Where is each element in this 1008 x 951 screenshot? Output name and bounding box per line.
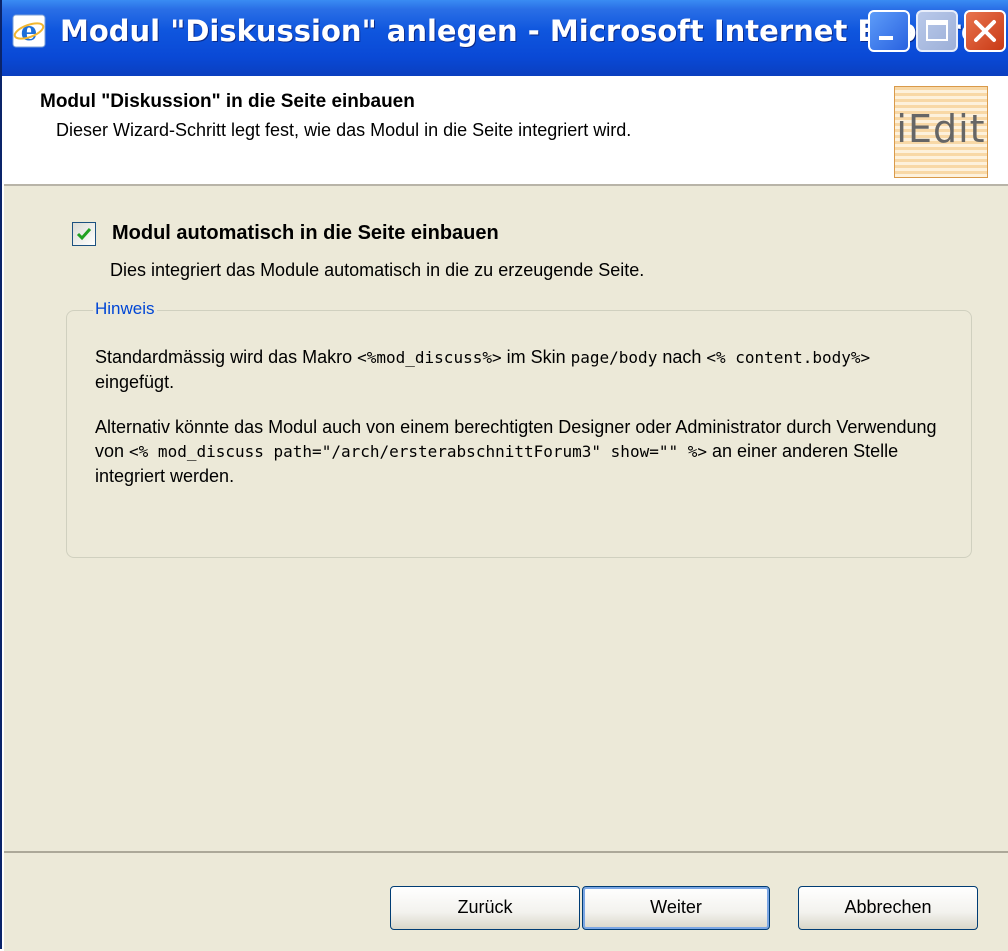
- hint-legend: Hinweis: [93, 299, 157, 319]
- wizard-header: Modul "Diskussion" in die Seite einbauen…: [4, 76, 1008, 186]
- button-bar: Zurück Weiter Abbrechen: [4, 851, 1008, 951]
- back-button[interactable]: Zurück: [390, 886, 580, 930]
- hint-text: im Skin: [501, 347, 571, 367]
- step-description: Dieser Wizard-Schritt legt fest, wie das…: [56, 120, 632, 140]
- hint-text: Standardmässig wird das Makro: [95, 347, 358, 367]
- hint-text: eingefügt.: [95, 372, 175, 392]
- auto-embed-label[interactable]: Modul automatisch in die Seite einbauen: [112, 222, 499, 245]
- step-title: Modul "Diskussion" in die Seite einbauen: [40, 91, 415, 112]
- content-body-code: <% content.body%>: [706, 348, 871, 367]
- cancel-button[interactable]: Abbrechen: [798, 886, 978, 930]
- title-bar[interactable]: e Modul "Diskussion" anlegen - Microsoft…: [2, 0, 1008, 76]
- wizard-window: e Modul "Diskussion" anlegen - Microsoft…: [0, 0, 1008, 951]
- minimize-button[interactable]: [868, 10, 910, 52]
- minimize-icon: [879, 36, 893, 40]
- macro-code: <%mod_discuss%>: [357, 348, 502, 367]
- next-button[interactable]: Weiter: [582, 886, 770, 930]
- iedit-logo: iEdit: [894, 86, 988, 178]
- hint-paragraph-2: Alternativ könnte das Modul auch von ein…: [95, 415, 947, 488]
- hint-text: nach: [657, 347, 707, 367]
- hint-paragraph-1: Standardmässig wird das Makro <%mod_disc…: [95, 345, 947, 394]
- svg-text:e: e: [21, 17, 38, 47]
- close-button[interactable]: [964, 10, 1006, 52]
- skin-code: page/body: [570, 348, 658, 367]
- logo-text: iEdit: [896, 107, 986, 151]
- auto-embed-description: Dies integriert das Module automatisch i…: [110, 260, 645, 280]
- auto-embed-checkbox[interactable]: [72, 222, 96, 246]
- close-icon: [974, 20, 996, 42]
- maximize-icon: [926, 20, 948, 41]
- checkmark-icon: [76, 228, 92, 241]
- wizard-content: Modul automatisch in die Seite einbauen …: [4, 186, 1008, 851]
- window-title: Modul "Diskussion" anlegen - Microsoft I…: [60, 14, 995, 48]
- internet-explorer-icon: e: [12, 14, 46, 48]
- hint-groupbox: Hinweis Standardmässig wird das Makro <%…: [66, 299, 972, 558]
- macro-path-code: <% mod_discuss path="/arch/ersterabschni…: [129, 442, 707, 461]
- maximize-button[interactable]: [916, 10, 958, 52]
